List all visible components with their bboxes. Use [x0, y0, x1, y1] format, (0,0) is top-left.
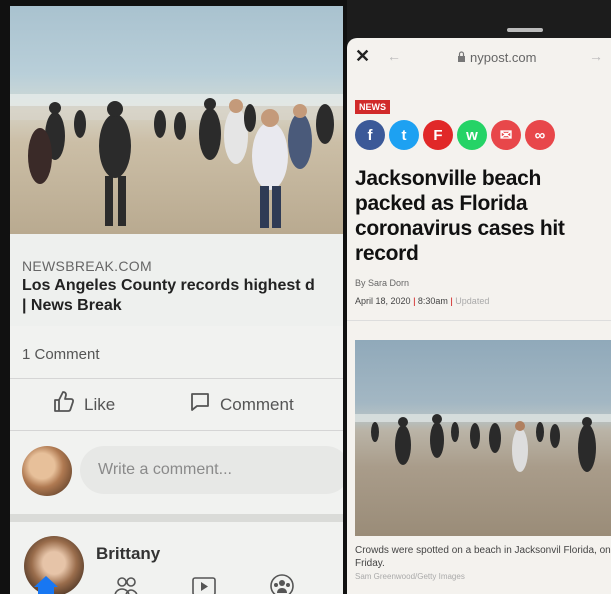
comment-bubble-icon	[188, 390, 212, 419]
beach-crowd-illustration	[10, 94, 343, 228]
sheet-grabber[interactable]	[507, 28, 543, 32]
watch-icon[interactable]	[190, 574, 218, 594]
write-comment-input[interactable]: Write a comment...	[80, 446, 343, 494]
post-separator	[10, 514, 343, 522]
next-post-author[interactable]: Brittany	[96, 544, 160, 564]
article-date: April 18, 2020	[355, 296, 411, 306]
write-comment-placeholder: Write a comment...	[98, 461, 232, 478]
thumbs-up-icon	[52, 390, 76, 419]
link-domain: NEWSBREAK.COM	[22, 258, 152, 274]
whatsapp-icon[interactable]: w	[457, 120, 487, 150]
email-icon[interactable]: ✉	[491, 120, 521, 150]
like-button[interactable]: Like	[52, 390, 115, 419]
back-arrow-icon[interactable]: ←	[387, 48, 401, 64]
divider	[10, 378, 343, 379]
photo-caption: Crowds were spotted on a beach in Jackso…	[355, 545, 611, 569]
beach-crowd-photo[interactable]	[10, 6, 343, 234]
article-time: 8:30am	[417, 296, 448, 306]
dateline: April 18, 2020 | 8:30am | Updated	[355, 296, 490, 306]
beach-crowd-illustration	[355, 414, 611, 472]
forward-arrow-icon[interactable]: →	[589, 48, 603, 64]
nypost-article-view: ✕ ← nypost.com → NEWS f t Fw ✉ ∞ Jacksonvill…	[347, 0, 611, 594]
home-icon[interactable]	[32, 574, 60, 594]
avatar[interactable]	[22, 446, 72, 496]
url-bar[interactable]: nypost.com	[457, 50, 536, 65]
article-title: Jacksonville beach packed as Florida cor…	[355, 167, 565, 265]
photo-credit: Sam Greenwood/Getty Images	[355, 572, 465, 581]
link-icon[interactable]: ∞	[525, 120, 555, 150]
bottom-tab-bar	[10, 566, 343, 594]
twitter-icon[interactable]: t	[389, 120, 419, 150]
updated-label: Updated	[455, 296, 490, 306]
like-label: Like	[84, 394, 116, 414]
comments-count[interactable]: 1 Comment	[22, 346, 100, 363]
link-headline-line2: | News Break	[22, 297, 122, 314]
link-headline-line1: Los Angeles County records highest d	[22, 277, 315, 294]
facebook-post: NEWSBREAK.COM Los Angeles County records…	[10, 6, 343, 594]
url-text: nypost.com	[470, 50, 537, 65]
share-buttons: f t Fw ✉ ∞	[355, 120, 555, 150]
browser-sheet: ✕ ← nypost.com → NEWS f t Fw ✉ ∞ Jacksonvill…	[347, 38, 611, 594]
divider	[10, 430, 343, 431]
facebook-icon[interactable]: f	[355, 120, 385, 150]
article-photo[interactable]	[355, 340, 611, 536]
flipboard-icon[interactable]: F	[423, 120, 453, 150]
comment-button[interactable]: Comment	[188, 390, 294, 419]
lock-icon	[457, 50, 466, 65]
link-preview[interactable]: NEWSBREAK.COM Los Angeles County records…	[10, 234, 343, 326]
divider	[347, 320, 611, 321]
groups-icon[interactable]	[268, 574, 296, 594]
link-headline: Los Angeles County records highest d | N…	[22, 276, 342, 316]
close-icon[interactable]: ✕	[355, 46, 370, 67]
section-tag[interactable]: NEWS	[355, 100, 390, 114]
byline[interactable]: By Sara Dorn	[355, 278, 409, 288]
comment-label: Comment	[220, 394, 294, 414]
friends-icon[interactable]	[112, 574, 140, 594]
